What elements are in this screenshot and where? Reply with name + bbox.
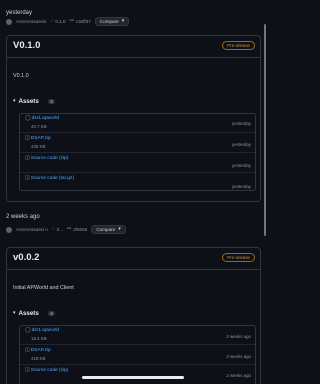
asset-size: 40.7 KB xyxy=(31,124,47,129)
asset-link[interactable]: ◫ DSAP.zip xyxy=(25,135,51,142)
triangle-down-icon: ▾ xyxy=(13,98,16,104)
package-icon: ◯ xyxy=(25,327,31,333)
asset-size: 418 KB xyxy=(31,356,46,361)
asset-date: yesterday xyxy=(231,184,251,189)
tag-label: 0... xyxy=(56,227,64,232)
asset-row: ◫ DSAP.zip 435 KB yesterday xyxy=(20,132,255,152)
file-zip-icon: ◫ xyxy=(25,155,30,161)
asset-name: dsr1.apworld xyxy=(31,328,60,333)
asset-size: 435 KB xyxy=(31,144,46,149)
file-zip-icon: ◫ xyxy=(25,135,30,141)
asset-link[interactable]: ◫ DSAP.zip xyxy=(25,347,51,354)
file-zip-icon: ◫ xyxy=(25,347,30,353)
compare-label: Compare xyxy=(96,227,116,232)
commit-icon: ⚯ xyxy=(67,226,72,232)
release-title[interactable]: v0.0.2 xyxy=(13,252,39,263)
assets-toggle[interactable]: ▾ Assets 4 xyxy=(13,310,56,317)
chevron-down-icon: ▾ xyxy=(118,226,121,232)
avatar[interactable] xyxy=(6,226,12,233)
asset-link[interactable]: ◫ Source code (zip) xyxy=(25,155,69,162)
asset-row: ◯ dsr1.apworld 40.7 KB yesterday xyxy=(20,114,255,132)
triangle-down-icon: ▾ xyxy=(13,310,16,316)
tag-icon: ◌ xyxy=(50,18,54,24)
release-meta: ArsonAssassin ◌ 0.1.0 ⚯ c3eff37 Compare ▾ xyxy=(6,17,261,26)
asset-name: Source code (tar.gz) xyxy=(30,176,74,181)
release-notes: V0.1.0 xyxy=(13,73,29,79)
tag-link[interactable]: ◌ 0.1.0 xyxy=(50,18,66,25)
home-indicator[interactable] xyxy=(82,376,184,379)
file-zip-icon: ◫ xyxy=(25,175,30,181)
assets-list: ◯ dsr1.apworld 40.7 KB yesterday ◫ DSAP.zi… xyxy=(19,113,256,191)
asset-size: 18.4 KB xyxy=(31,336,47,341)
asset-link[interactable]: ◫ Source code (tar.gz) xyxy=(25,175,74,182)
asset-row: ◫ DSAP.zip 418 KB 2 weeks ago xyxy=(20,344,255,364)
compare-label: Compare xyxy=(99,19,119,24)
asset-date: 2 weeks ago xyxy=(226,373,251,378)
asset-link[interactable]: ◯ dsr1.apworld xyxy=(25,327,60,334)
asset-link[interactable]: ◯ dsr1.apworld xyxy=(25,115,60,122)
pre-release-badge: Pre-release xyxy=(222,253,255,262)
commit-icon: ⚯ xyxy=(69,18,74,24)
commit-label: 2f5056 xyxy=(73,227,88,232)
asset-row: ◫ Source code (zip) 2 weeks ago xyxy=(20,364,255,384)
asset-date: yesterday xyxy=(231,121,251,126)
release-title[interactable]: V0.1.0 xyxy=(13,40,40,51)
release-meta: ArsonAssassi n ◌ 0... ⚯ 2f5056 Compare ▾ xyxy=(6,225,261,234)
release-header: V0.1.0 Pre-release xyxy=(7,36,260,58)
file-zip-icon: ◫ xyxy=(25,367,30,373)
assets-label: Assets xyxy=(18,310,39,317)
asset-row: ◯ dsr1.apworld 18.4 KB 2 weeks ago xyxy=(20,326,255,344)
chevron-down-icon: ▾ xyxy=(121,18,125,24)
assets-count: 4 xyxy=(47,311,56,316)
release-date: yesterday xyxy=(6,10,33,16)
author-link[interactable]: ArsonAssassin xyxy=(16,19,46,24)
release-card: v0.0.2 Pre-release Initial APWorld and C… xyxy=(6,247,261,384)
assets-toggle[interactable]: ▾ Assets 4 xyxy=(13,98,56,105)
asset-date: 2 weeks ago xyxy=(226,354,251,359)
avatar[interactable] xyxy=(6,18,12,25)
asset-name: Source code (zip) xyxy=(30,156,69,161)
asset-row: ◫ Source code (zip) yesterday xyxy=(20,152,255,172)
assets-count: 4 xyxy=(47,99,56,104)
asset-name: DSAP.zip xyxy=(30,348,51,353)
tag-icon: ◌ xyxy=(51,226,55,232)
author-link[interactable]: ArsonAssassi n xyxy=(16,227,48,232)
asset-name: dsr1.apworld xyxy=(31,116,60,121)
asset-name: Source code (zip) xyxy=(30,368,69,373)
asset-date: 2 weeks ago xyxy=(226,334,251,339)
release-header: v0.0.2 Pre-release xyxy=(7,248,260,270)
tag-link[interactable]: ◌ 0... xyxy=(51,226,64,233)
release-card: V0.1.0 Pre-release V0.1.0 ▾ Assets 4 ◯ ds… xyxy=(6,35,261,202)
release-notes: Initial APWorld and Client xyxy=(13,285,74,291)
pre-release-badge: Pre-release xyxy=(222,41,255,50)
assets-label: Assets xyxy=(18,98,39,105)
package-icon: ◯ xyxy=(25,115,31,121)
commit-label: c3eff37 xyxy=(75,19,91,24)
scrollbar[interactable] xyxy=(264,24,266,236)
release-date: 2 weeks ago xyxy=(6,214,40,220)
asset-row: ◫ Source code (tar.gz) yesterday xyxy=(20,172,255,192)
asset-date: yesterday xyxy=(231,142,251,147)
asset-date: yesterday xyxy=(231,163,251,168)
asset-name: DSAP.zip xyxy=(30,136,51,141)
compare-button[interactable]: Compare ▾ xyxy=(94,17,130,26)
asset-link[interactable]: ◫ Source code (zip) xyxy=(25,367,69,374)
tag-label: 0.1.0 xyxy=(55,19,66,24)
commit-link[interactable]: ⚯ 2f5056 xyxy=(67,226,88,233)
compare-button[interactable]: Compare ▾ xyxy=(91,225,126,234)
commit-link[interactable]: ⚯ c3eff37 xyxy=(69,18,91,25)
